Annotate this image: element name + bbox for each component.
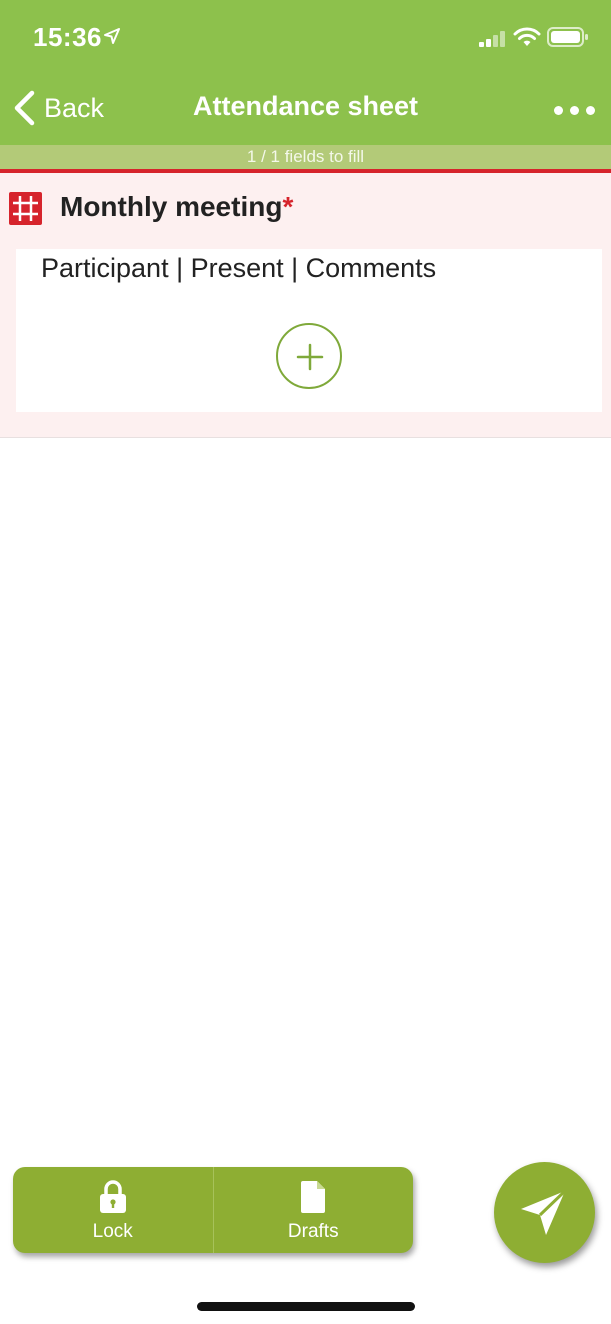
drafts-button[interactable]: Drafts (212, 1167, 414, 1253)
more-dots-icon (586, 106, 595, 115)
field-monthly-meeting: Monthly meeting* Participant | Present |… (0, 173, 611, 438)
paper-plane-send-icon (521, 1189, 567, 1235)
document-icon (301, 1181, 326, 1213)
status-time: 15:36 (33, 22, 102, 52)
field-title: Monthly meeting* (60, 191, 293, 223)
table-column-headers: Participant | Present | Comments (41, 253, 437, 283)
table-card: Participant | Present | Comments (16, 249, 602, 412)
lock-icon (99, 1180, 126, 1213)
status-bar: 15:36 (0, 0, 611, 76)
lock-label: Lock (92, 1221, 133, 1242)
cellular-signal-icon (479, 31, 505, 47)
required-asterisk: * (282, 191, 294, 222)
send-button[interactable] (494, 1162, 595, 1263)
grid-hashtag-icon (9, 192, 42, 225)
fields-progress-text: 1 / 1 fields to fill (0, 145, 611, 169)
plus-circle-icon (296, 343, 324, 371)
bottom-toolbar: Lock Drafts (13, 1167, 413, 1253)
wifi-icon (513, 27, 541, 46)
more-options-button[interactable] (554, 106, 595, 115)
more-dots-icon (554, 106, 563, 115)
more-dots-icon (570, 106, 579, 115)
field-title-text: Monthly meeting (60, 191, 283, 222)
location-arrow-icon (104, 28, 120, 44)
battery-icon (547, 27, 588, 47)
add-row-button[interactable] (276, 323, 342, 389)
drafts-label: Drafts (287, 1221, 339, 1242)
page-title: Attendance sheet (192, 91, 419, 121)
lock-button[interactable]: Lock (13, 1167, 213, 1253)
navigation-bar: Back Attendance sheet (0, 76, 611, 142)
home-indicator (197, 1302, 415, 1311)
app-header: 15:36 Back Attendance sheet (0, 0, 611, 145)
